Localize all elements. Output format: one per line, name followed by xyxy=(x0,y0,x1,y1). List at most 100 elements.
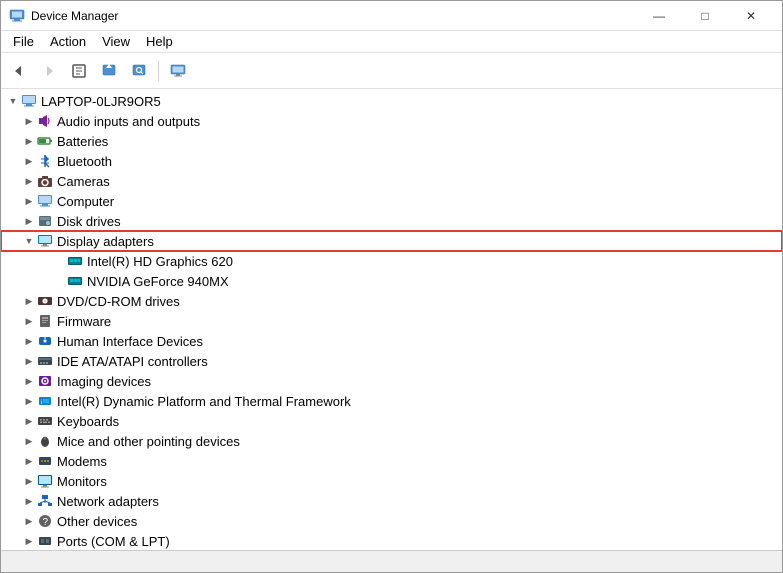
tree-item-nvidia[interactable]: NVIDIA GeForce 940MX xyxy=(1,271,782,291)
tree-item-hid[interactable]: ▶ Human Interface Devices xyxy=(1,331,782,351)
expander-batteries[interactable]: ▶ xyxy=(21,133,37,149)
tree-item-intel-hd[interactable]: Intel(R) HD Graphics 620 xyxy=(1,251,782,271)
tree-item-ports[interactable]: ▶ Ports (COM & LPT) xyxy=(1,531,782,550)
tree-item-imaging[interactable]: ▶ Imaging devices xyxy=(1,371,782,391)
tree-item-audio[interactable]: ▶Audio inputs and outputs xyxy=(1,111,782,131)
root-expander[interactable]: ▼ xyxy=(5,93,21,109)
label-network: Network adapters xyxy=(57,494,159,509)
status-bar xyxy=(1,550,782,572)
menu-file[interactable]: File xyxy=(5,32,42,51)
label-keyboards: Keyboards xyxy=(57,414,119,429)
label-batteries: Batteries xyxy=(57,134,108,149)
menu-bar: File Action View Help xyxy=(1,31,782,53)
label-bluetooth: Bluetooth xyxy=(57,154,112,169)
tree-item-firmware[interactable]: ▶Firmware xyxy=(1,311,782,331)
tree-item-disk[interactable]: ▶Disk drives xyxy=(1,211,782,231)
maximize-button[interactable]: □ xyxy=(682,1,728,31)
expander-ports[interactable]: ▶ xyxy=(21,533,37,549)
label-mice: Mice and other pointing devices xyxy=(57,434,240,449)
icon-computer xyxy=(37,193,53,209)
expander-other[interactable]: ▶ xyxy=(21,513,37,529)
icon-keyboards xyxy=(37,413,53,429)
icon-hid xyxy=(37,333,53,349)
expander-firmware[interactable]: ▶ xyxy=(21,313,37,329)
scan-icon xyxy=(131,63,147,79)
label-cameras: Cameras xyxy=(57,174,110,189)
menu-view[interactable]: View xyxy=(94,32,138,51)
expander-audio[interactable]: ▶ xyxy=(21,113,37,129)
expander-hid[interactable]: ▶ xyxy=(21,333,37,349)
icon-bluetooth xyxy=(37,153,53,169)
svg-text:i: i xyxy=(41,400,42,406)
window-title: Device Manager xyxy=(31,9,118,23)
expander-monitors[interactable]: ▶ xyxy=(21,473,37,489)
device-manager-window: Device Manager — □ ✕ File Action View He… xyxy=(0,0,783,573)
label-hid: Human Interface Devices xyxy=(57,334,203,349)
root-label: LAPTOP-0LJR9OR5 xyxy=(41,94,161,109)
show-properties-button[interactable] xyxy=(65,57,93,85)
tree-item-other[interactable]: ▶?Other devices xyxy=(1,511,782,531)
icon-nvidia xyxy=(67,273,83,289)
expander-nvidia[interactable] xyxy=(51,273,67,289)
menu-action[interactable]: Action xyxy=(42,32,94,51)
icon-intel-thermal: i xyxy=(37,393,53,409)
expander-modems[interactable]: ▶ xyxy=(21,453,37,469)
icon-batteries xyxy=(37,133,53,149)
expander-bluetooth[interactable]: ▶ xyxy=(21,153,37,169)
tree-panel[interactable]: ▼ LAPTOP-0LJR9OR5 ▶Audio inputs and outp… xyxy=(1,89,782,550)
expander-cameras[interactable]: ▶ xyxy=(21,173,37,189)
expander-intel-thermal[interactable]: ▶ xyxy=(21,393,37,409)
expander-network[interactable]: ▶ xyxy=(21,493,37,509)
expander-keyboards[interactable]: ▶ xyxy=(21,413,37,429)
expander-mice[interactable]: ▶ xyxy=(21,433,37,449)
expander-computer[interactable]: ▶ xyxy=(21,193,37,209)
tree-item-monitors[interactable]: ▶ Monitors xyxy=(1,471,782,491)
label-intel-hd: Intel(R) HD Graphics 620 xyxy=(87,254,233,269)
forward-button[interactable] xyxy=(35,57,63,85)
tree-item-keyboards[interactable]: ▶ Keyboards xyxy=(1,411,782,431)
expander-intel-hd[interactable] xyxy=(51,253,67,269)
label-dvd: DVD/CD-ROM drives xyxy=(57,294,180,309)
tree-item-mice[interactable]: ▶ Mice and other pointing devices xyxy=(1,431,782,451)
expander-dvd[interactable]: ▶ xyxy=(21,293,37,309)
close-button[interactable]: ✕ xyxy=(728,1,774,31)
monitor-icon xyxy=(170,63,186,79)
tree-item-ide[interactable]: ▶ IDE ATA/ATAPI controllers xyxy=(1,351,782,371)
tree-root[interactable]: ▼ LAPTOP-0LJR9OR5 xyxy=(1,91,782,111)
update-driver-button[interactable] xyxy=(95,57,123,85)
tree-item-batteries[interactable]: ▶ Batteries xyxy=(1,131,782,151)
expander-disk[interactable]: ▶ xyxy=(21,213,37,229)
icon-display xyxy=(37,233,53,249)
icon-ide xyxy=(37,353,53,369)
tree-item-display[interactable]: ▼ Display adapters xyxy=(1,231,782,251)
back-button[interactable] xyxy=(5,57,33,85)
label-display: Display adapters xyxy=(57,234,154,249)
properties-icon xyxy=(71,63,87,79)
menu-help[interactable]: Help xyxy=(138,32,181,51)
label-ide: IDE ATA/ATAPI controllers xyxy=(57,354,208,369)
monitor-button[interactable] xyxy=(164,57,192,85)
toolbar-separator xyxy=(158,61,159,81)
root-icon xyxy=(21,93,37,109)
tree-item-dvd[interactable]: ▶ DVD/CD-ROM drives xyxy=(1,291,782,311)
label-imaging: Imaging devices xyxy=(57,374,151,389)
expander-display[interactable]: ▼ xyxy=(21,233,37,249)
label-ports: Ports (COM & LPT) xyxy=(57,534,170,549)
toolbar xyxy=(1,53,782,89)
tree-item-cameras[interactable]: ▶ Cameras xyxy=(1,171,782,191)
tree-item-intel-thermal[interactable]: ▶iIntel(R) Dynamic Platform and Thermal … xyxy=(1,391,782,411)
main-content: ▼ LAPTOP-0LJR9OR5 ▶Audio inputs and outp… xyxy=(1,89,782,550)
expander-imaging[interactable]: ▶ xyxy=(21,373,37,389)
tree-item-computer[interactable]: ▶Computer xyxy=(1,191,782,211)
icon-monitors xyxy=(37,473,53,489)
label-monitors: Monitors xyxy=(57,474,107,489)
icon-network xyxy=(37,493,53,509)
title-bar: Device Manager — □ ✕ xyxy=(1,1,782,31)
tree-item-bluetooth[interactable]: ▶ Bluetooth xyxy=(1,151,782,171)
tree-item-network[interactable]: ▶ Network adapters xyxy=(1,491,782,511)
minimize-button[interactable]: — xyxy=(636,1,682,31)
scan-button[interactable] xyxy=(125,57,153,85)
icon-modems xyxy=(37,453,53,469)
tree-item-modems[interactable]: ▶Modems xyxy=(1,451,782,471)
expander-ide[interactable]: ▶ xyxy=(21,353,37,369)
